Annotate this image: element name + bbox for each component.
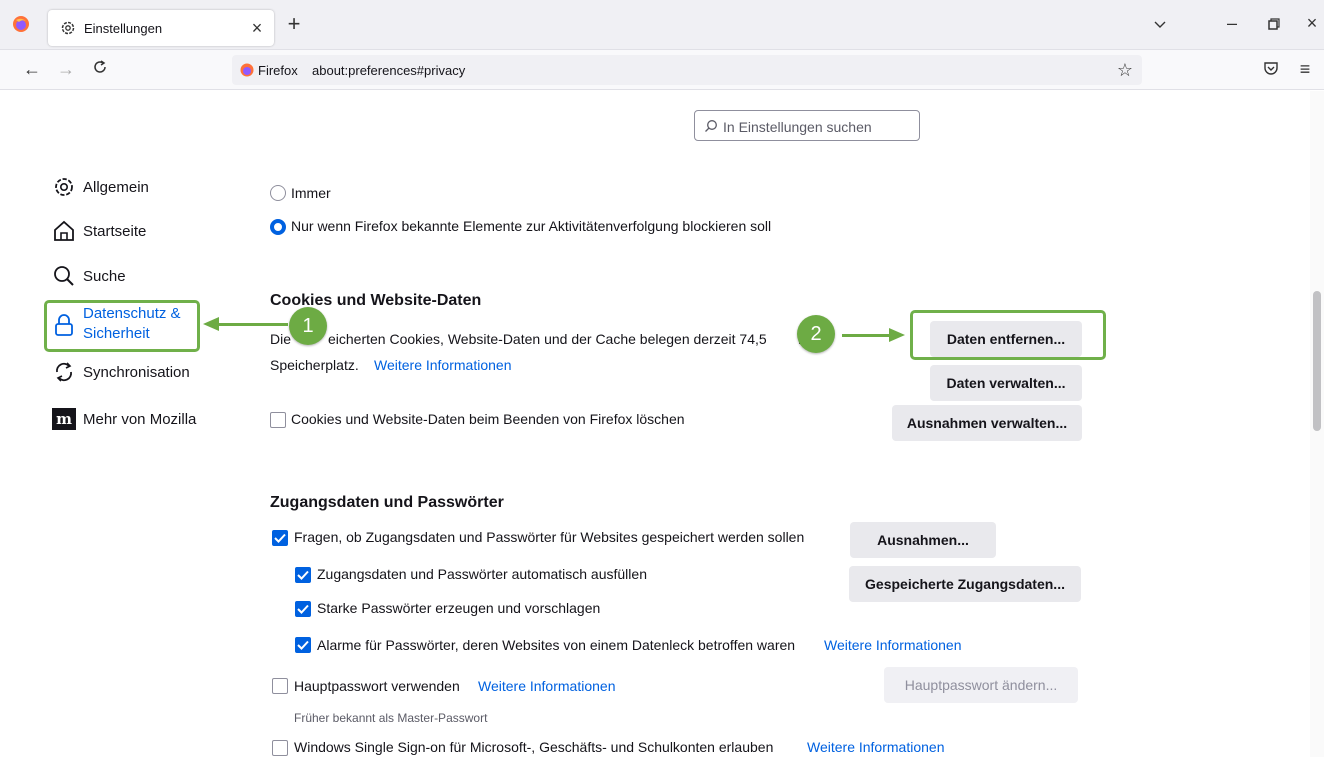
menu-icon[interactable]: ≡ — [1294, 57, 1316, 79]
annotation-arrow-2 — [842, 334, 892, 337]
firefox-menu-icon[interactable] — [12, 15, 30, 33]
radio-only-known-trackers[interactable] — [270, 219, 286, 235]
manage-exceptions-button[interactable]: Ausnahmen verwalten... — [892, 405, 1082, 441]
primary-password-label: Hauptpasswort verwenden — [294, 678, 460, 694]
sidebar-item-label: Startseite — [83, 223, 147, 240]
tab-title: Einstellungen — [84, 21, 163, 36]
primary-password-note: Früher bekannt als Master-Passwort — [294, 711, 488, 725]
autofill-logins-label: Zugangsdaten und Passwörter automatisch … — [317, 566, 647, 582]
home-icon — [52, 219, 76, 243]
clear-data-button[interactable]: Daten entfernen... — [930, 321, 1082, 357]
delete-on-close-label: Cookies und Website-Daten beim Beenden v… — [291, 411, 685, 427]
windows-sso-more-info-link[interactable]: Weitere Informationen — [807, 739, 944, 755]
cookies-desc-line2: Speicherplatz. — [270, 357, 359, 373]
annotation-arrow-1 — [216, 323, 288, 326]
restore-icon[interactable] — [1262, 12, 1286, 36]
primary-password-more-info-link[interactable]: Weitere Informationen — [478, 678, 615, 694]
search-icon — [704, 119, 718, 133]
svg-text:m: m — [56, 410, 72, 428]
annotation-arrowhead-1 — [203, 317, 219, 331]
strong-passwords-checkbox[interactable] — [295, 601, 311, 617]
search-placeholder: In Einstellungen suchen — [723, 119, 872, 135]
gear-icon — [60, 20, 76, 36]
breach-more-info-link[interactable]: Weitere Informationen — [824, 637, 961, 653]
navigation-bar: ← → Firefox about:preferences#privacy ☆ … — [0, 50, 1324, 90]
breach-alerts-label: Alarme für Passwörter, deren Websites vo… — [317, 637, 796, 653]
back-icon[interactable]: ← — [20, 57, 44, 81]
login-exceptions-button[interactable]: Ausnahmen... — [850, 522, 996, 558]
scrollbar[interactable] — [1310, 91, 1324, 757]
cookies-more-info-link[interactable]: Weitere Informationen — [374, 357, 511, 373]
tab-settings[interactable]: Einstellungen × — [48, 10, 274, 46]
sidebar-item-general[interactable]: Allgemein — [52, 175, 212, 201]
autofill-logins-checkbox[interactable] — [295, 567, 311, 583]
radio-always-label: Immer — [291, 185, 331, 201]
url-bar[interactable]: Firefox about:preferences#privacy ☆ — [232, 55, 1142, 85]
scrollbar-thumb[interactable] — [1313, 291, 1321, 431]
strong-passwords-label: Starke Passwörter erzeugen und vorschlag… — [317, 600, 601, 616]
saved-logins-button[interactable]: Gespeicherte Zugangsdaten... — [849, 566, 1081, 602]
sync-icon — [52, 360, 76, 384]
gear-icon — [52, 175, 76, 199]
reload-icon[interactable] — [88, 57, 112, 81]
windows-sso-checkbox[interactable] — [272, 740, 288, 756]
bookmark-star-icon[interactable]: ☆ — [1114, 58, 1136, 80]
logins-heading: Zugangsdaten und Passwörter — [270, 494, 504, 511]
search-input[interactable]: In Einstellungen suchen — [694, 110, 920, 141]
sidebar-item-label: Mehr von Mozilla — [83, 411, 197, 428]
sidebar-item-home[interactable]: Startseite — [52, 219, 212, 245]
change-primary-password-button[interactable]: Hauptpasswort ändern... — [884, 667, 1078, 703]
mozilla-icon: m — [52, 408, 76, 432]
annotation-badge-1: 1 — [289, 307, 327, 345]
sidebar-item-label: Synchronisation — [83, 364, 190, 381]
cookies-heading: Cookies und Website-Daten — [270, 292, 482, 309]
minimize-icon[interactable]: – — [1220, 11, 1244, 35]
ask-save-logins-checkbox[interactable] — [272, 530, 288, 546]
chevron-down-icon[interactable] — [1148, 13, 1172, 37]
url-text[interactable]: about:preferences#privacy — [312, 63, 465, 78]
new-tab-icon[interactable]: + — [282, 12, 306, 36]
sidebar-item-sync[interactable]: Synchronisation — [52, 360, 212, 386]
sidebar-item-label: Datenschutz & — [83, 305, 181, 322]
sidebar-item-label: Sicherheit — [83, 325, 150, 342]
pocket-icon[interactable] — [1260, 58, 1282, 80]
primary-password-checkbox[interactable] — [272, 678, 288, 694]
ask-save-logins-label: Fragen, ob Zugangsdaten und Passwörter f… — [294, 529, 805, 545]
forward-icon[interactable]: → — [54, 57, 78, 81]
radio-only-known-label: Nur wenn Firefox bekannte Elemente zur A… — [291, 218, 772, 234]
breach-alerts-checkbox[interactable] — [295, 637, 311, 653]
manage-data-button[interactable]: Daten verwalten... — [930, 365, 1082, 401]
lock-icon — [52, 313, 76, 337]
sidebar-item-search[interactable]: Suche — [52, 264, 212, 290]
identity-label: Firefox — [258, 63, 298, 78]
sidebar-item-more-from-mozilla[interactable]: m Mehr von Mozilla — [52, 407, 222, 433]
tab-strip: Einstellungen × + – × — [0, 0, 1324, 50]
firefox-logo-icon — [240, 63, 254, 77]
close-window-icon[interactable]: × — [1300, 11, 1324, 35]
cookies-desc-start: Die — [270, 331, 292, 347]
sidebar-item-privacy[interactable]: Datenschutz & Sicherheit — [52, 305, 202, 347]
annotation-badge-2: 2 — [797, 315, 835, 353]
annotation-arrowhead-2 — [889, 328, 905, 342]
windows-sso-label: Windows Single Sign-on für Microsoft-, G… — [294, 739, 774, 755]
sidebar-item-label: Allgemein — [83, 179, 149, 196]
cookies-desc-middle: eicherten Cookies, Website-Daten und der… — [328, 331, 767, 347]
sidebar-item-label: Suche — [83, 268, 126, 285]
delete-on-close-checkbox[interactable] — [270, 412, 286, 428]
radio-always[interactable] — [270, 185, 286, 201]
close-tab-icon[interactable]: × — [246, 17, 268, 39]
search-icon — [52, 264, 76, 288]
